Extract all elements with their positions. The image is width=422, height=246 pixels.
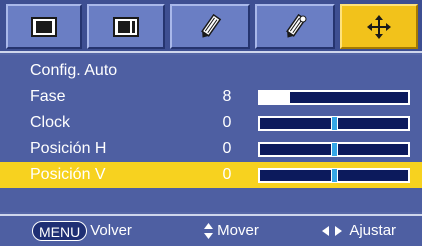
menu-item-value: 0	[222, 114, 232, 131]
tab-options[interactable]	[255, 4, 335, 49]
move-hint: Mover	[204, 216, 259, 246]
move-label: Mover	[217, 222, 259, 239]
tab-picture[interactable]	[6, 4, 82, 49]
adjust-hint: Ajustar	[322, 216, 396, 246]
back-label: Volver	[90, 222, 132, 239]
pencil-options-icon	[257, 6, 333, 47]
menu-list: Config. Auto Fase 8 Clock 0 Posición H 0…	[0, 55, 422, 212]
menu-item-value: 0	[222, 166, 232, 183]
menu-item-label: Config. Auto	[30, 62, 118, 79]
osd-menu: Config. Auto Fase 8 Clock 0 Posición H 0…	[0, 0, 422, 246]
menu-item-clock[interactable]: Clock 0	[0, 110, 422, 136]
footer-hints: MENU Volver Mover Ajustar	[0, 214, 422, 246]
left-right-arrows-icon	[322, 222, 349, 239]
slider-fill	[260, 92, 290, 103]
clock-slider[interactable]	[258, 116, 410, 131]
menu-item-value: 8	[222, 88, 232, 105]
adjust-label: Ajustar	[349, 222, 397, 239]
tab-screen[interactable]	[87, 4, 165, 49]
phase-slider[interactable]	[258, 90, 410, 105]
slider-marker[interactable]	[331, 116, 338, 131]
picture-icon	[8, 6, 80, 47]
menu-item-value: 0	[222, 140, 232, 157]
position-v-slider[interactable]	[258, 168, 410, 183]
slider-marker[interactable]	[331, 142, 338, 157]
menu-item-auto-config[interactable]: Config. Auto	[0, 58, 422, 84]
tab-function[interactable]	[170, 4, 250, 49]
pencil-icon	[172, 6, 248, 47]
screen-icon	[89, 6, 163, 47]
slider-marker[interactable]	[331, 168, 338, 183]
up-down-arrows-icon	[204, 222, 217, 240]
back-hint: MENU Volver	[32, 216, 132, 246]
menu-item-label: Clock	[30, 114, 71, 131]
menu-item-position-v[interactable]: Posición V 0	[0, 162, 422, 188]
menu-item-label: Fase	[30, 88, 66, 105]
move-arrows-icon	[342, 6, 416, 47]
menu-key-badge: MENU	[32, 221, 88, 242]
menu-item-label: Posición H	[30, 140, 107, 157]
tab-position[interactable]	[340, 4, 418, 49]
position-h-slider[interactable]	[258, 142, 410, 157]
menu-item-label: Posición V	[30, 166, 106, 183]
tab-bar	[0, 0, 422, 53]
menu-item-phase[interactable]: Fase 8	[0, 84, 422, 110]
menu-item-position-h[interactable]: Posición H 0	[0, 136, 422, 162]
